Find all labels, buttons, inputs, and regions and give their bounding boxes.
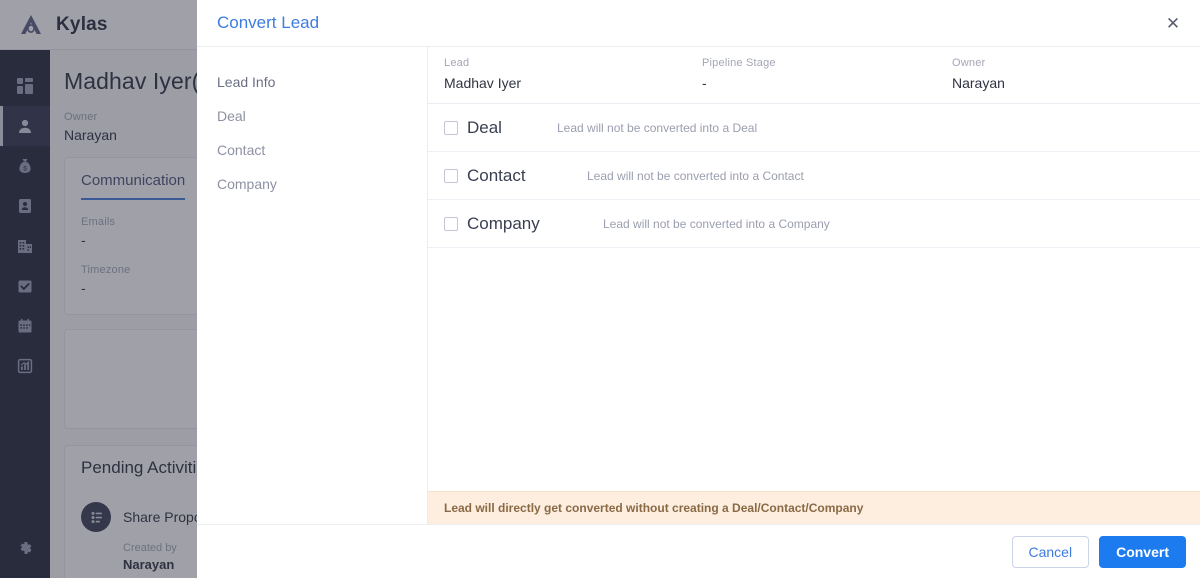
cancel-button[interactable]: Cancel xyxy=(1011,535,1090,568)
convert-lead-modal: Convert Lead ✕ Lead Info Deal Contact Co… xyxy=(197,0,1200,578)
option-row-deal: Deal Lead will not be converted into a D… xyxy=(428,104,1200,152)
convert-button[interactable]: Convert xyxy=(1099,535,1186,568)
summary-stage-value: - xyxy=(702,75,707,91)
contact-label: Contact xyxy=(467,165,526,185)
deal-label: Deal xyxy=(467,117,502,137)
step-lead-info[interactable]: Lead Info xyxy=(197,65,427,99)
lead-summary: Lead Madhav Iyer Pipeline Stage - Owner … xyxy=(428,47,1200,104)
step-company[interactable]: Company xyxy=(197,167,427,201)
step-contact[interactable]: Contact xyxy=(197,133,427,167)
modal-panel: Lead Madhav Iyer Pipeline Stage - Owner … xyxy=(428,47,1200,524)
summary-lead: Lead Madhav Iyer xyxy=(444,57,702,91)
summary-owner-value: Narayan xyxy=(952,75,1005,91)
option-row-company: Company Lead will not be converted into … xyxy=(428,200,1200,248)
conversion-notice: Lead will directly get converted without… xyxy=(428,491,1200,524)
modal-header: Convert Lead ✕ xyxy=(197,0,1200,47)
company-checkbox[interactable] xyxy=(444,216,458,231)
company-label: Company xyxy=(467,213,540,233)
deal-checkbox[interactable] xyxy=(444,120,458,135)
contact-description: Lead will not be converted into a Contac… xyxy=(587,168,804,183)
company-description: Lead will not be converted into a Compan… xyxy=(603,216,830,231)
modal-footer: Cancel Convert xyxy=(197,524,1200,578)
modal-title: Convert Lead xyxy=(217,13,320,32)
summary-owner-label: Owner xyxy=(952,57,986,69)
summary-lead-label: Lead xyxy=(444,57,470,69)
deal-description: Lead will not be converted into a Deal xyxy=(557,120,758,135)
summary-lead-value: Madhav Iyer xyxy=(444,75,522,91)
option-row-contact: Contact Lead will not be converted into … xyxy=(428,152,1200,200)
summary-stage-label: Pipeline Stage xyxy=(702,57,776,69)
panel-filler xyxy=(428,248,1200,491)
screen: Kylas $ Madhav Iyer(Owner Narayan Commu… xyxy=(0,0,1200,578)
step-deal[interactable]: Deal xyxy=(197,99,427,133)
modal-step-nav: Lead Info Deal Contact Company xyxy=(197,47,428,524)
summary-pipeline-stage: Pipeline Stage - xyxy=(702,57,952,91)
summary-owner: Owner Narayan xyxy=(952,57,1005,91)
modal-body: Lead Info Deal Contact Company Lead Madh… xyxy=(197,47,1200,524)
close-icon[interactable]: ✕ xyxy=(1160,10,1186,36)
contact-checkbox[interactable] xyxy=(444,168,458,183)
